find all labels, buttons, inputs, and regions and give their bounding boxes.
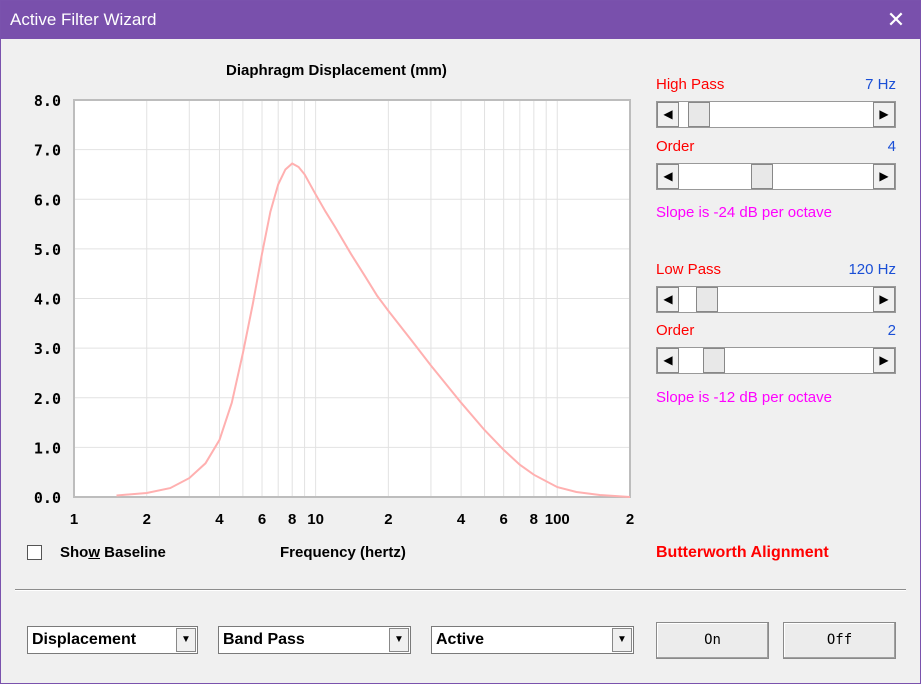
hp-order-slider[interactable]: ◀ ▶ — [656, 163, 896, 190]
x-tick-label: 2 — [626, 511, 634, 528]
high-pass-label: High Pass — [656, 76, 725, 93]
x-tick-label: 4 — [457, 511, 466, 528]
circuit-type-value: Active — [436, 631, 485, 648]
y-tick-label: 2.0 — [34, 390, 61, 408]
arrow-left-icon[interactable]: ◀ — [657, 164, 679, 189]
y-tick-label: 3.0 — [34, 340, 61, 358]
arrow-left-icon[interactable]: ◀ — [657, 348, 679, 373]
lp-order-label: Order — [656, 322, 695, 339]
slider-thumb[interactable] — [687, 102, 710, 127]
chevron-down-icon[interactable]: ▼ — [612, 628, 632, 652]
low-pass-slider[interactable]: ◀ ▶ — [656, 286, 896, 313]
hp-slope-text: Slope is -24 dB per octave — [656, 204, 832, 221]
slider-thumb[interactable] — [696, 287, 719, 312]
chart-title: Diaphragm Displacement (mm) — [226, 62, 447, 79]
lp-order-value: 2 — [887, 322, 896, 339]
x-tick-label: 6 — [258, 511, 266, 528]
alignment-label: Butterworth Alignment — [656, 544, 829, 561]
high-pass-value: 7 Hz — [865, 76, 896, 93]
x-axis-label: Frequency (hertz) — [280, 544, 406, 561]
arrow-right-icon[interactable]: ▶ — [873, 287, 895, 312]
lp-order-slider[interactable]: ◀ ▶ — [656, 347, 896, 374]
x-tick-label: 8 — [530, 511, 538, 528]
low-pass-value: 120 Hz — [848, 261, 896, 278]
high-pass-slider[interactable]: ◀ ▶ — [656, 101, 896, 128]
y-tick-label: 4.0 — [34, 291, 61, 309]
arrow-right-icon[interactable]: ▶ — [873, 348, 895, 373]
x-tick-label: 100 — [545, 511, 570, 528]
y-tick-label: 6.0 — [34, 191, 61, 209]
x-tick-label: 6 — [499, 511, 507, 528]
show-baseline-checkbox[interactable] — [27, 545, 42, 560]
title-bar: Active Filter Wizard ✕ — [1, 1, 920, 39]
y-tick-label: 8.0 — [34, 92, 61, 110]
slider-thumb[interactable] — [751, 164, 774, 189]
hp-order-value: 4 — [887, 138, 896, 155]
off-button[interactable]: Off — [783, 622, 896, 659]
filter-type-value: Band Pass — [223, 631, 305, 648]
show-baseline-label[interactable]: Show Baseline — [60, 544, 166, 561]
filter-type-select[interactable]: Band Pass ▼ — [218, 626, 411, 654]
y-tick-label: 0.0 — [34, 489, 61, 507]
separator — [15, 589, 906, 591]
wizard-window: Active Filter Wizard ✕ Diaphragm Displac… — [0, 0, 921, 684]
low-pass-label: Low Pass — [656, 261, 722, 278]
y-tick-label: 1.0 — [34, 439, 61, 457]
displacement-chart: 0.0 1.0 2.0 3.0 4.0 5.0 6.0 7.0 8.0 1 2 4 6 8 10 2 4 6 8 10… — [34, 92, 634, 528]
chevron-down-icon[interactable]: ▼ — [176, 628, 196, 652]
x-tick-label: 2 — [143, 511, 151, 528]
y-tick-label: 7.0 — [34, 142, 61, 160]
x-tick-label: 4 — [215, 511, 224, 528]
slider-thumb[interactable] — [703, 348, 726, 373]
y-tick-label: 5.0 — [34, 241, 61, 259]
x-tick-label: 8 — [288, 511, 296, 528]
x-tick-label: 10 — [307, 511, 324, 528]
on-button[interactable]: On — [656, 622, 769, 659]
chevron-down-icon[interactable]: ▼ — [389, 628, 409, 652]
display-mode-value: Displacement — [32, 631, 137, 648]
arrow-right-icon[interactable]: ▶ — [873, 164, 895, 189]
x-tick-label: 1 — [70, 511, 78, 528]
arrow-left-icon[interactable]: ◀ — [657, 102, 679, 127]
x-tick-label: 2 — [384, 511, 392, 528]
hp-order-label: Order — [656, 138, 695, 155]
circuit-type-select[interactable]: Active ▼ — [431, 626, 634, 654]
arrow-left-icon[interactable]: ◀ — [657, 287, 679, 312]
lp-slope-text: Slope is -12 dB per octave — [656, 389, 832, 406]
window-title: Active Filter Wizard — [10, 10, 157, 29]
arrow-right-icon[interactable]: ▶ — [873, 102, 895, 127]
close-icon[interactable]: ✕ — [872, 1, 920, 39]
display-mode-select[interactable]: Displacement ▼ — [27, 626, 198, 654]
